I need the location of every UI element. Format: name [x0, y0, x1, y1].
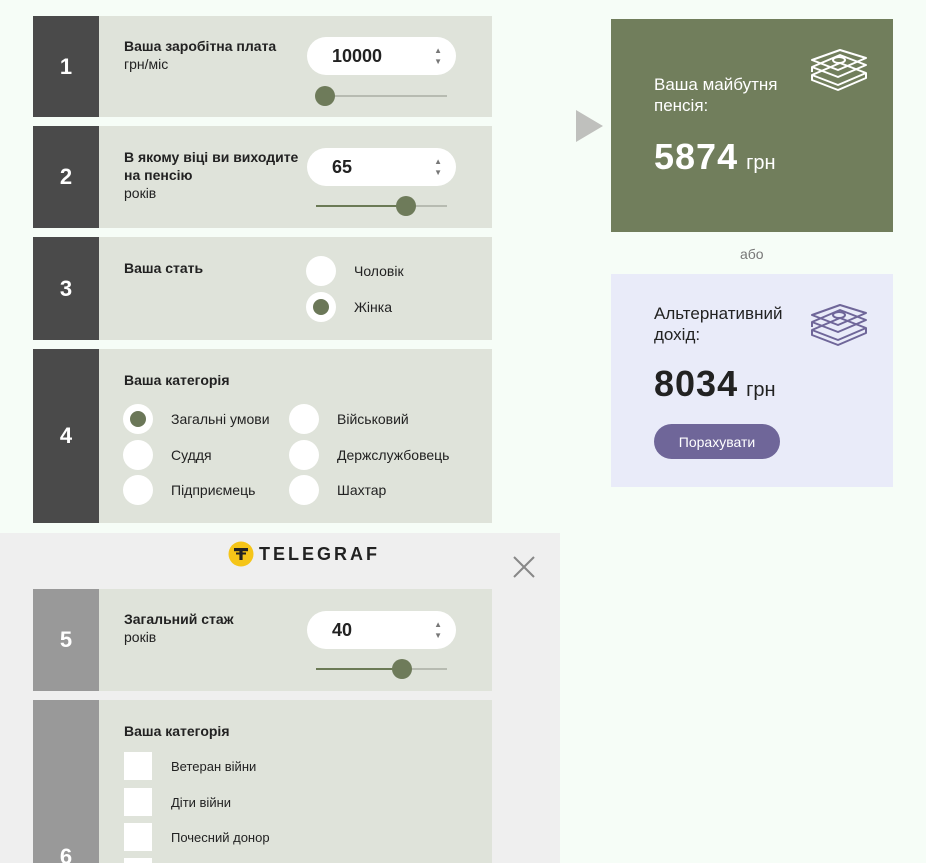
experience-label: Загальний стаж: [124, 611, 234, 627]
gender-label: Ваша стать: [124, 260, 204, 276]
alternative-caption: Альтернативний дохід:: [654, 304, 783, 344]
pension-unit: грн: [746, 152, 776, 174]
radio-entrepreneur[interactable]: [123, 475, 153, 505]
checkbox-donor-label[interactable]: Почесний донор: [171, 830, 270, 845]
step-number: 1: [33, 16, 99, 117]
experience-unit: років: [124, 629, 157, 645]
checkbox-war-children[interactable]: [124, 788, 152, 816]
radio-female[interactable]: [306, 292, 336, 322]
salary-slider[interactable]: [315, 86, 447, 106]
retirement-age-value: 65: [332, 157, 353, 177]
benefit-category-label: Ваша категорія: [124, 723, 230, 739]
spinner-icon[interactable]: ▲ ▼: [434, 45, 442, 67]
retirement-age-label: В якому віці ви виходите на пенсію: [124, 149, 299, 183]
step-card-salary: 1 Ваша заробітна плата грн/міс 10000 ▲ ▼: [33, 16, 492, 117]
radio-entrepreneur-label[interactable]: Підприємець: [171, 482, 255, 498]
slider-thumb[interactable]: [315, 86, 336, 106]
step-card-experience: 5 Загальний стаж років 40 ▲ ▼: [33, 589, 492, 691]
radio-general[interactable]: [123, 404, 153, 434]
checkbox-war-children-label[interactable]: Діти війни: [171, 795, 231, 810]
experience-value: 40: [332, 620, 353, 640]
radio-judge[interactable]: [123, 440, 153, 470]
alternative-value: 8034: [654, 363, 739, 404]
pension-value: 5874: [654, 136, 739, 177]
pension-result-panel: Ваша майбутня пенсія: 5874 грн: [611, 19, 893, 232]
radio-military[interactable]: [289, 404, 319, 434]
step-card-benefit-category: 6 Ваша категорія Ветеран війни Діти війн…: [33, 700, 492, 863]
experience-input[interactable]: 40 ▲ ▼: [307, 611, 456, 649]
pension-amount: 5874 грн: [654, 136, 776, 178]
salary-label: Ваша заробітна плата: [124, 38, 277, 54]
telegraf-logo-text: TELEGRAF: [259, 543, 380, 564]
pension-caption: Ваша майбутня пенсія:: [654, 75, 778, 115]
category-label: Ваша категорія: [124, 372, 230, 388]
ad-overlay: TELEGRAF 5 Загальний стаж років 40 ▲ ▼ 6 …: [0, 533, 560, 863]
calculate-button[interactable]: Порахувати: [654, 424, 780, 459]
spinner-icon[interactable]: ▲ ▼: [434, 619, 442, 641]
retirement-age-slider[interactable]: [316, 196, 447, 216]
radio-judge-label[interactable]: Суддя: [171, 447, 212, 463]
step-number: 4: [33, 349, 99, 523]
telegraf-logo-icon: [228, 541, 254, 567]
radio-general-label[interactable]: Загальні умови: [171, 411, 270, 427]
retirement-age-unit: років: [124, 185, 157, 201]
arrow-right-icon: [576, 110, 603, 142]
alternative-amount: 8034 грн: [654, 363, 776, 405]
experience-slider[interactable]: [316, 659, 447, 679]
retirement-age-input[interactable]: 65 ▲ ▼: [307, 148, 456, 186]
salary-unit: грн/міс: [124, 56, 169, 72]
alternative-income-panel: Альтернативний дохід: 8034 грн Порахувати: [611, 274, 893, 487]
or-separator: або: [740, 246, 764, 262]
checkbox-donor[interactable]: [124, 823, 152, 851]
salary-input[interactable]: 10000 ▲ ▼: [307, 37, 456, 75]
money-stack-icon: [811, 304, 867, 346]
step-number: 2: [33, 126, 99, 228]
radio-miner-label[interactable]: Шахтар: [337, 482, 386, 498]
step-card-gender: 3 Ваша стать Чоловік Жінка: [33, 237, 492, 340]
radio-male[interactable]: [306, 256, 336, 286]
radio-civil-servant-label[interactable]: Держслужбовець: [337, 447, 449, 463]
radio-male-label[interactable]: Чоловік: [354, 263, 404, 279]
checkbox-veteran[interactable]: [124, 752, 152, 780]
alternative-unit: грн: [746, 379, 776, 401]
salary-value: 10000: [332, 46, 383, 66]
close-icon[interactable]: [512, 555, 536, 579]
step-number: 3: [33, 237, 99, 340]
radio-civil-servant[interactable]: [289, 440, 319, 470]
radio-miner[interactable]: [289, 475, 319, 505]
step-number: 5: [33, 589, 99, 691]
spinner-icon[interactable]: ▲ ▼: [434, 156, 442, 178]
step-card-category: 4 Ваша категорія Загальні умови Військов…: [33, 349, 492, 523]
checkbox-more[interactable]: [124, 858, 152, 863]
telegraf-logo: TELEGRAF: [228, 541, 380, 567]
step-card-retirement-age: 2 В якому віці ви виходите на пенсію рок…: [33, 126, 492, 228]
slider-thumb[interactable]: [392, 659, 413, 679]
slider-thumb[interactable]: [396, 196, 417, 216]
radio-military-label[interactable]: Військовий: [337, 411, 409, 427]
step-number: 6: [33, 700, 99, 863]
money-stack-icon: [811, 49, 867, 91]
radio-female-label[interactable]: Жінка: [354, 299, 392, 315]
checkbox-veteran-label[interactable]: Ветеран війни: [171, 759, 256, 774]
